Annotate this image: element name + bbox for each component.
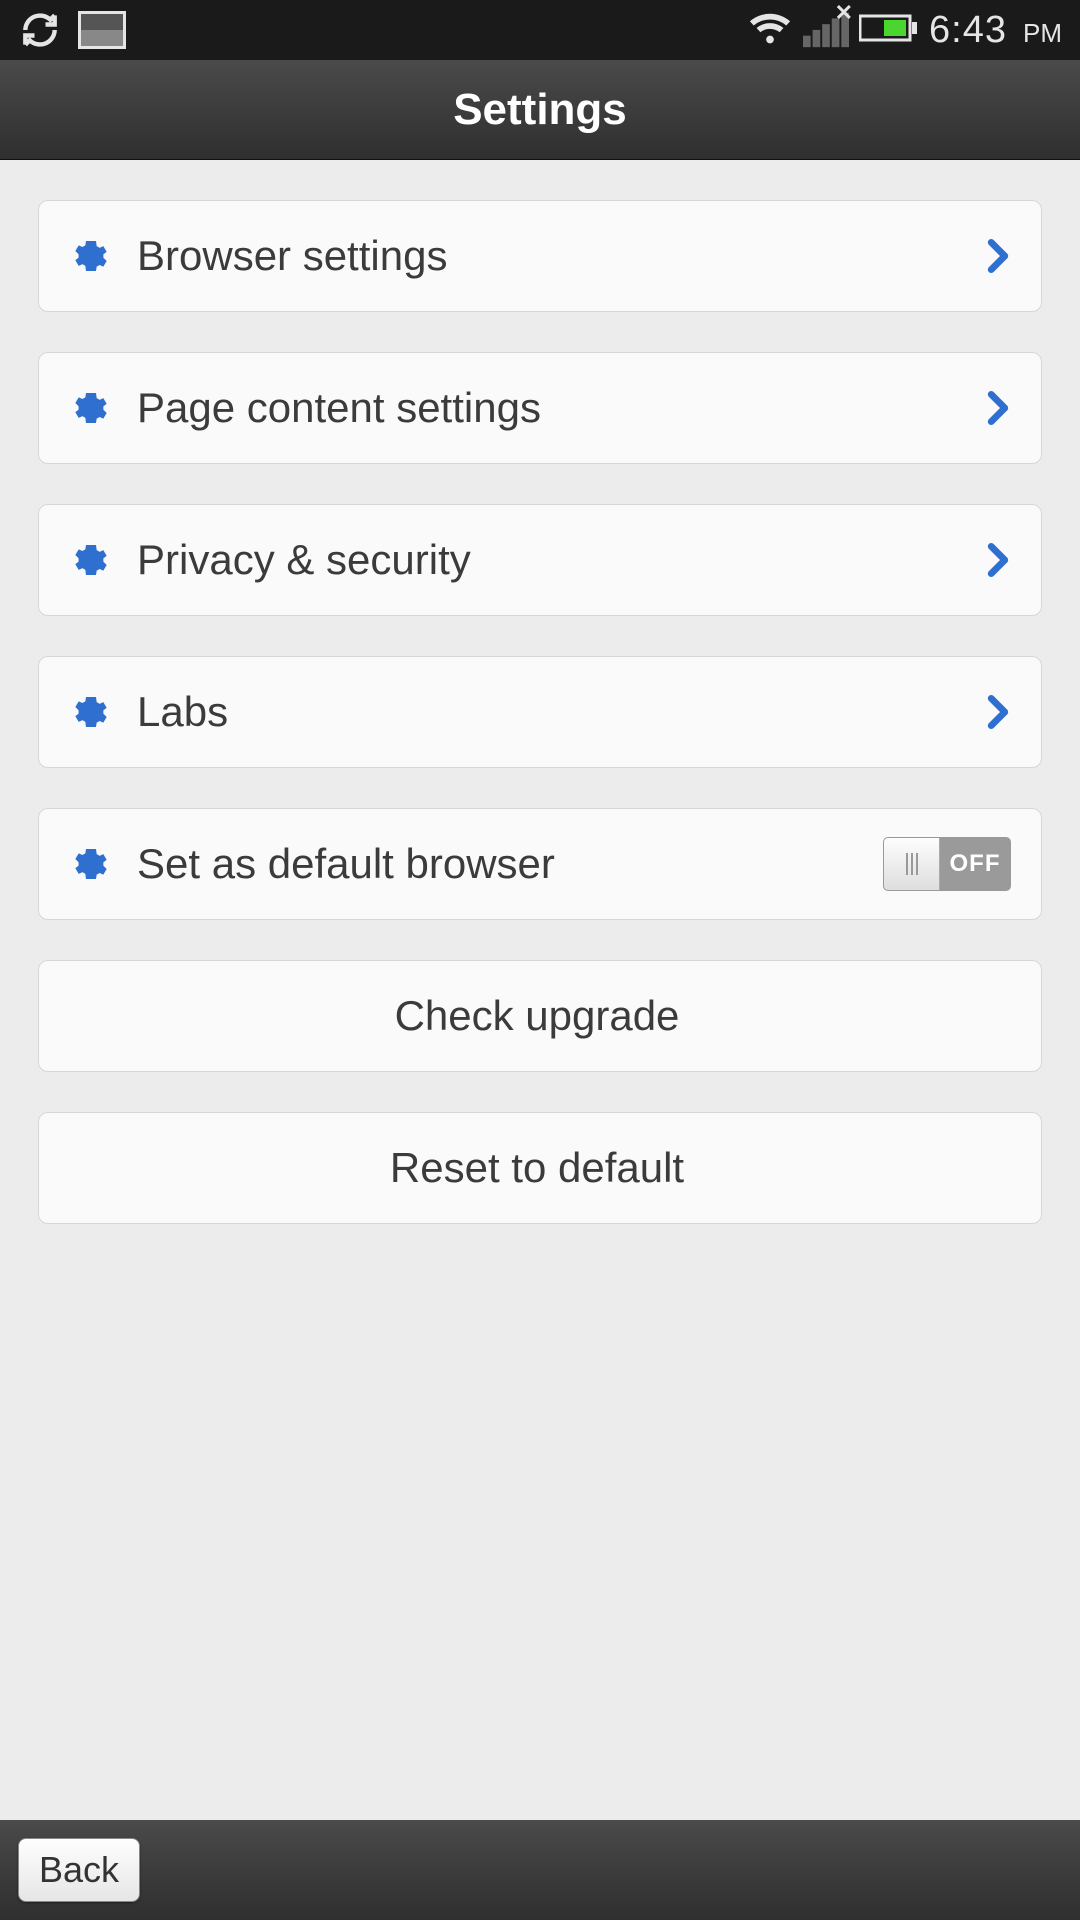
row-label: Reset to default xyxy=(63,1144,1011,1192)
row-label: Privacy & security xyxy=(137,536,985,584)
row-label: Set as default browser xyxy=(137,840,883,888)
page-title: Settings xyxy=(453,85,627,135)
row-privacy-security[interactable]: Privacy & security xyxy=(38,504,1042,616)
gallery-icon xyxy=(78,11,126,49)
chevron-right-icon xyxy=(985,239,1011,273)
clock-ampm: PM xyxy=(1023,18,1062,53)
back-button[interactable]: Back xyxy=(18,1838,140,1902)
row-browser-settings[interactable]: Browser settings xyxy=(38,200,1042,312)
row-check-upgrade[interactable]: Check upgrade xyxy=(38,960,1042,1072)
row-page-content-settings[interactable]: Page content settings xyxy=(38,352,1042,464)
signal-icon: ✕ xyxy=(803,8,849,53)
row-label: Page content settings xyxy=(137,384,985,432)
row-label: Browser settings xyxy=(137,232,985,280)
title-bar: Settings xyxy=(0,60,1080,160)
toggle-state-label: OFF xyxy=(940,838,1010,890)
bottom-bar: Back xyxy=(0,1820,1080,1920)
no-signal-x-icon: ✕ xyxy=(835,0,853,26)
row-set-default-browser[interactable]: Set as default browser OFF xyxy=(38,808,1042,920)
gear-icon xyxy=(63,844,119,884)
status-left xyxy=(18,8,126,52)
chevron-right-icon xyxy=(985,543,1011,577)
chevron-right-icon xyxy=(985,391,1011,425)
row-labs[interactable]: Labs xyxy=(38,656,1042,768)
chevron-right-icon xyxy=(985,695,1011,729)
status-bar: ✕ 6:43 PM xyxy=(0,0,1080,60)
sync-icon xyxy=(18,8,62,52)
gear-icon xyxy=(63,692,119,732)
wifi-icon xyxy=(747,8,793,53)
gear-icon xyxy=(63,540,119,580)
row-label: Check upgrade xyxy=(63,992,1011,1040)
row-reset-default[interactable]: Reset to default xyxy=(38,1112,1042,1224)
default-browser-toggle[interactable]: OFF xyxy=(883,837,1011,891)
toggle-thumb xyxy=(884,838,940,890)
status-right: ✕ 6:43 PM xyxy=(747,8,1062,53)
gear-icon xyxy=(63,236,119,276)
clock-time: 6:43 xyxy=(929,9,1007,52)
gear-icon xyxy=(63,388,119,428)
settings-list: Browser settings Page content settings P… xyxy=(0,160,1080,1224)
row-label: Labs xyxy=(137,688,985,736)
battery-icon xyxy=(859,12,919,49)
